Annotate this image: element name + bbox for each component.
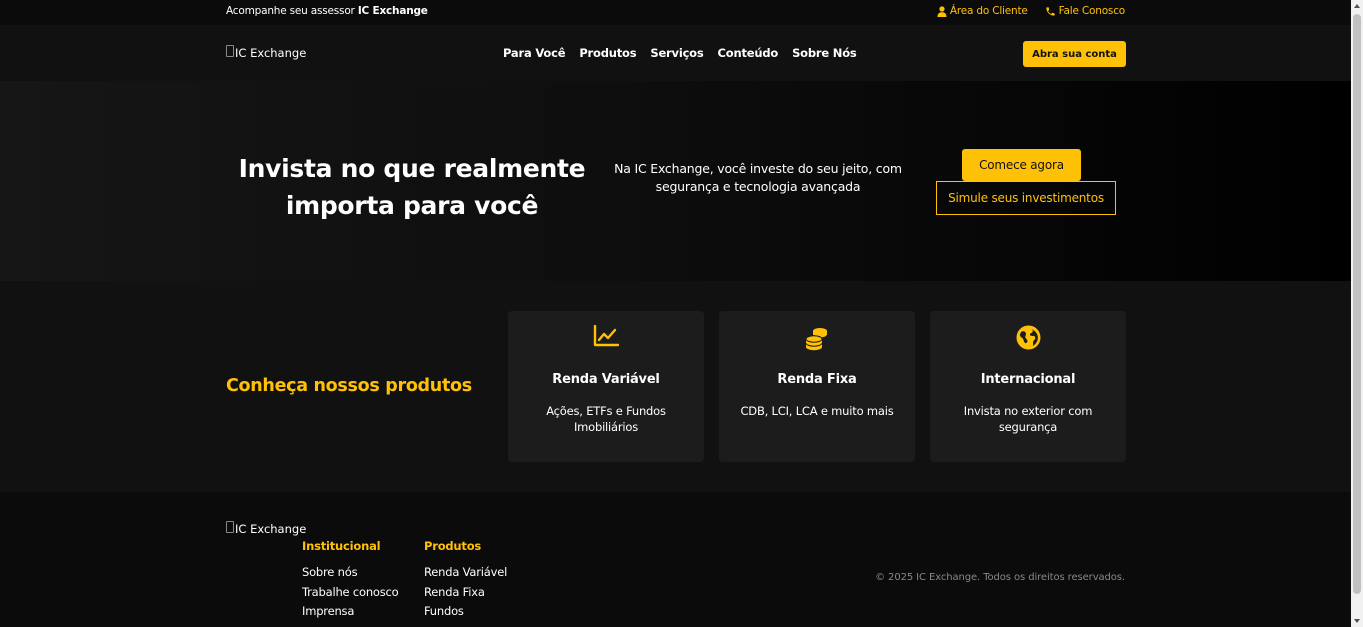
copyright-text: © 2025 IC Exchange. Todos os direitos re… (875, 572, 1125, 583)
product-card-renda-variavel[interactable]: Renda Variável Ações, ETFs e Fundos Imob… (508, 311, 704, 462)
products-heading: Conheça nossos produtos (226, 376, 472, 396)
product-title: Internacional (980, 372, 1076, 387)
start-now-button[interactable]: Comece agora (962, 149, 1081, 181)
coins-icon (719, 325, 915, 351)
footer-link-imprensa[interactable]: Imprensa (302, 602, 399, 622)
nav-item-servicos[interactable]: Serviços (650, 46, 703, 60)
scroll-down-arrow-icon[interactable] (1354, 619, 1360, 623)
logo-alt-text: IC Exchange (235, 46, 307, 60)
footer-link-trabalhe-conosco[interactable]: Trabalhe conosco (302, 583, 399, 603)
vertical-scrollbar[interactable] (1351, 0, 1363, 627)
client-area-link[interactable]: Área do Cliente (937, 5, 1028, 17)
assessor-brand: IC Exchange (357, 5, 428, 17)
client-area-label: Área do Cliente (949, 5, 1028, 17)
nav-item-para-voce[interactable]: Para Você (503, 46, 566, 60)
footer-column-title: Institucional (302, 539, 381, 553)
product-description-line2: Imobiliários (573, 420, 639, 434)
product-description-line1: Ações, ETFs e Fundos (546, 404, 666, 418)
broken-image-icon (226, 521, 234, 533)
nav-item-produtos[interactable]: Produtos (579, 46, 636, 60)
hero-title-line1: Invista no que realmente (238, 154, 586, 183)
product-card-internacional[interactable]: Internacional Invista no exterior com se… (930, 311, 1126, 462)
contact-label: Fale Conosco (1058, 5, 1126, 17)
logo[interactable]: IC Exchange (226, 45, 307, 60)
footer-link-fundos[interactable]: Fundos (424, 602, 507, 622)
footer-logo-alt-text: IC Exchange (235, 522, 307, 536)
nav-item-sobre-nos[interactable]: Sobre Nós (792, 46, 857, 60)
hero-title: Invista no que realmente importa para vo… (232, 150, 592, 224)
contact-link[interactable]: Fale Conosco (1045, 5, 1125, 17)
assessor-prefix: Acompanhe seu assessor (226, 5, 355, 17)
footer: IC Exchange Institucional Sobre nós Trab… (0, 492, 1351, 627)
simulate-investments-button[interactable]: Simule seus investimentos (936, 181, 1116, 215)
open-account-button[interactable]: Abra sua conta (1023, 41, 1126, 67)
top-bar: Acompanhe seu assessor IC Exchange Área … (0, 0, 1351, 25)
main-nav: Para Você Produtos Serviços Conteúdo Sob… (503, 46, 857, 60)
broken-image-icon (226, 45, 234, 57)
product-title: Renda Variável (552, 372, 660, 387)
products-section: Conheça nossos produtos Renda Variável A… (0, 281, 1351, 492)
product-title: Renda Fixa (777, 372, 857, 387)
footer-link-renda-variavel[interactable]: Renda Variável (424, 563, 507, 583)
product-description: Invista no exterior com segurança (950, 403, 1106, 435)
footer-logo[interactable]: IC Exchange (226, 521, 307, 536)
footer-column-title: Produtos (424, 539, 482, 553)
footer-link-renda-fixa[interactable]: Renda Fixa (424, 583, 507, 603)
user-icon (937, 5, 947, 17)
top-links: Área do Cliente Fale Conosco (937, 5, 1125, 17)
phone-icon (1045, 6, 1056, 17)
assessor-text: Acompanhe seu assessor IC Exchange (226, 5, 428, 17)
page: Acompanhe seu assessor IC Exchange Área … (0, 0, 1351, 627)
hero-title-line2: importa para você (285, 191, 539, 220)
hero-section: Invista no que realmente importa para vo… (0, 81, 1351, 281)
main-header: IC Exchange Para Você Produtos Serviços … (0, 25, 1351, 81)
scrollbar-thumb[interactable] (1353, 14, 1361, 594)
product-description-line2: segurança (998, 420, 1058, 434)
product-description-line1: CDB, LCI, LCA e muito mais (740, 404, 894, 418)
globe-icon (930, 325, 1126, 350)
footer-link-sobre-nos[interactable]: Sobre nós (302, 563, 399, 583)
product-description: CDB, LCI, LCA e muito mais (739, 403, 895, 419)
hero-description: Na IC Exchange, você investe do seu jeit… (598, 160, 918, 196)
scroll-up-arrow-icon[interactable] (1354, 4, 1360, 8)
nav-item-conteudo[interactable]: Conteúdo (718, 46, 779, 60)
hero-description-line1: Na IC Exchange, você investe do seu jeit… (614, 161, 902, 176)
product-description: Ações, ETFs e Fundos Imobiliários (528, 403, 684, 435)
footer-column-institucional: Institucional Sobre nós Trabalhe conosco… (302, 539, 399, 622)
chart-line-icon (508, 325, 704, 347)
product-description-line1: Invista no exterior com (963, 404, 1093, 418)
product-card-renda-fixa[interactable]: Renda Fixa CDB, LCI, LCA e muito mais (719, 311, 915, 462)
footer-column-produtos: Produtos Renda Variável Renda Fixa Fundo… (424, 539, 507, 622)
hero-description-line2: segurança e tecnologia avançada (655, 179, 861, 194)
